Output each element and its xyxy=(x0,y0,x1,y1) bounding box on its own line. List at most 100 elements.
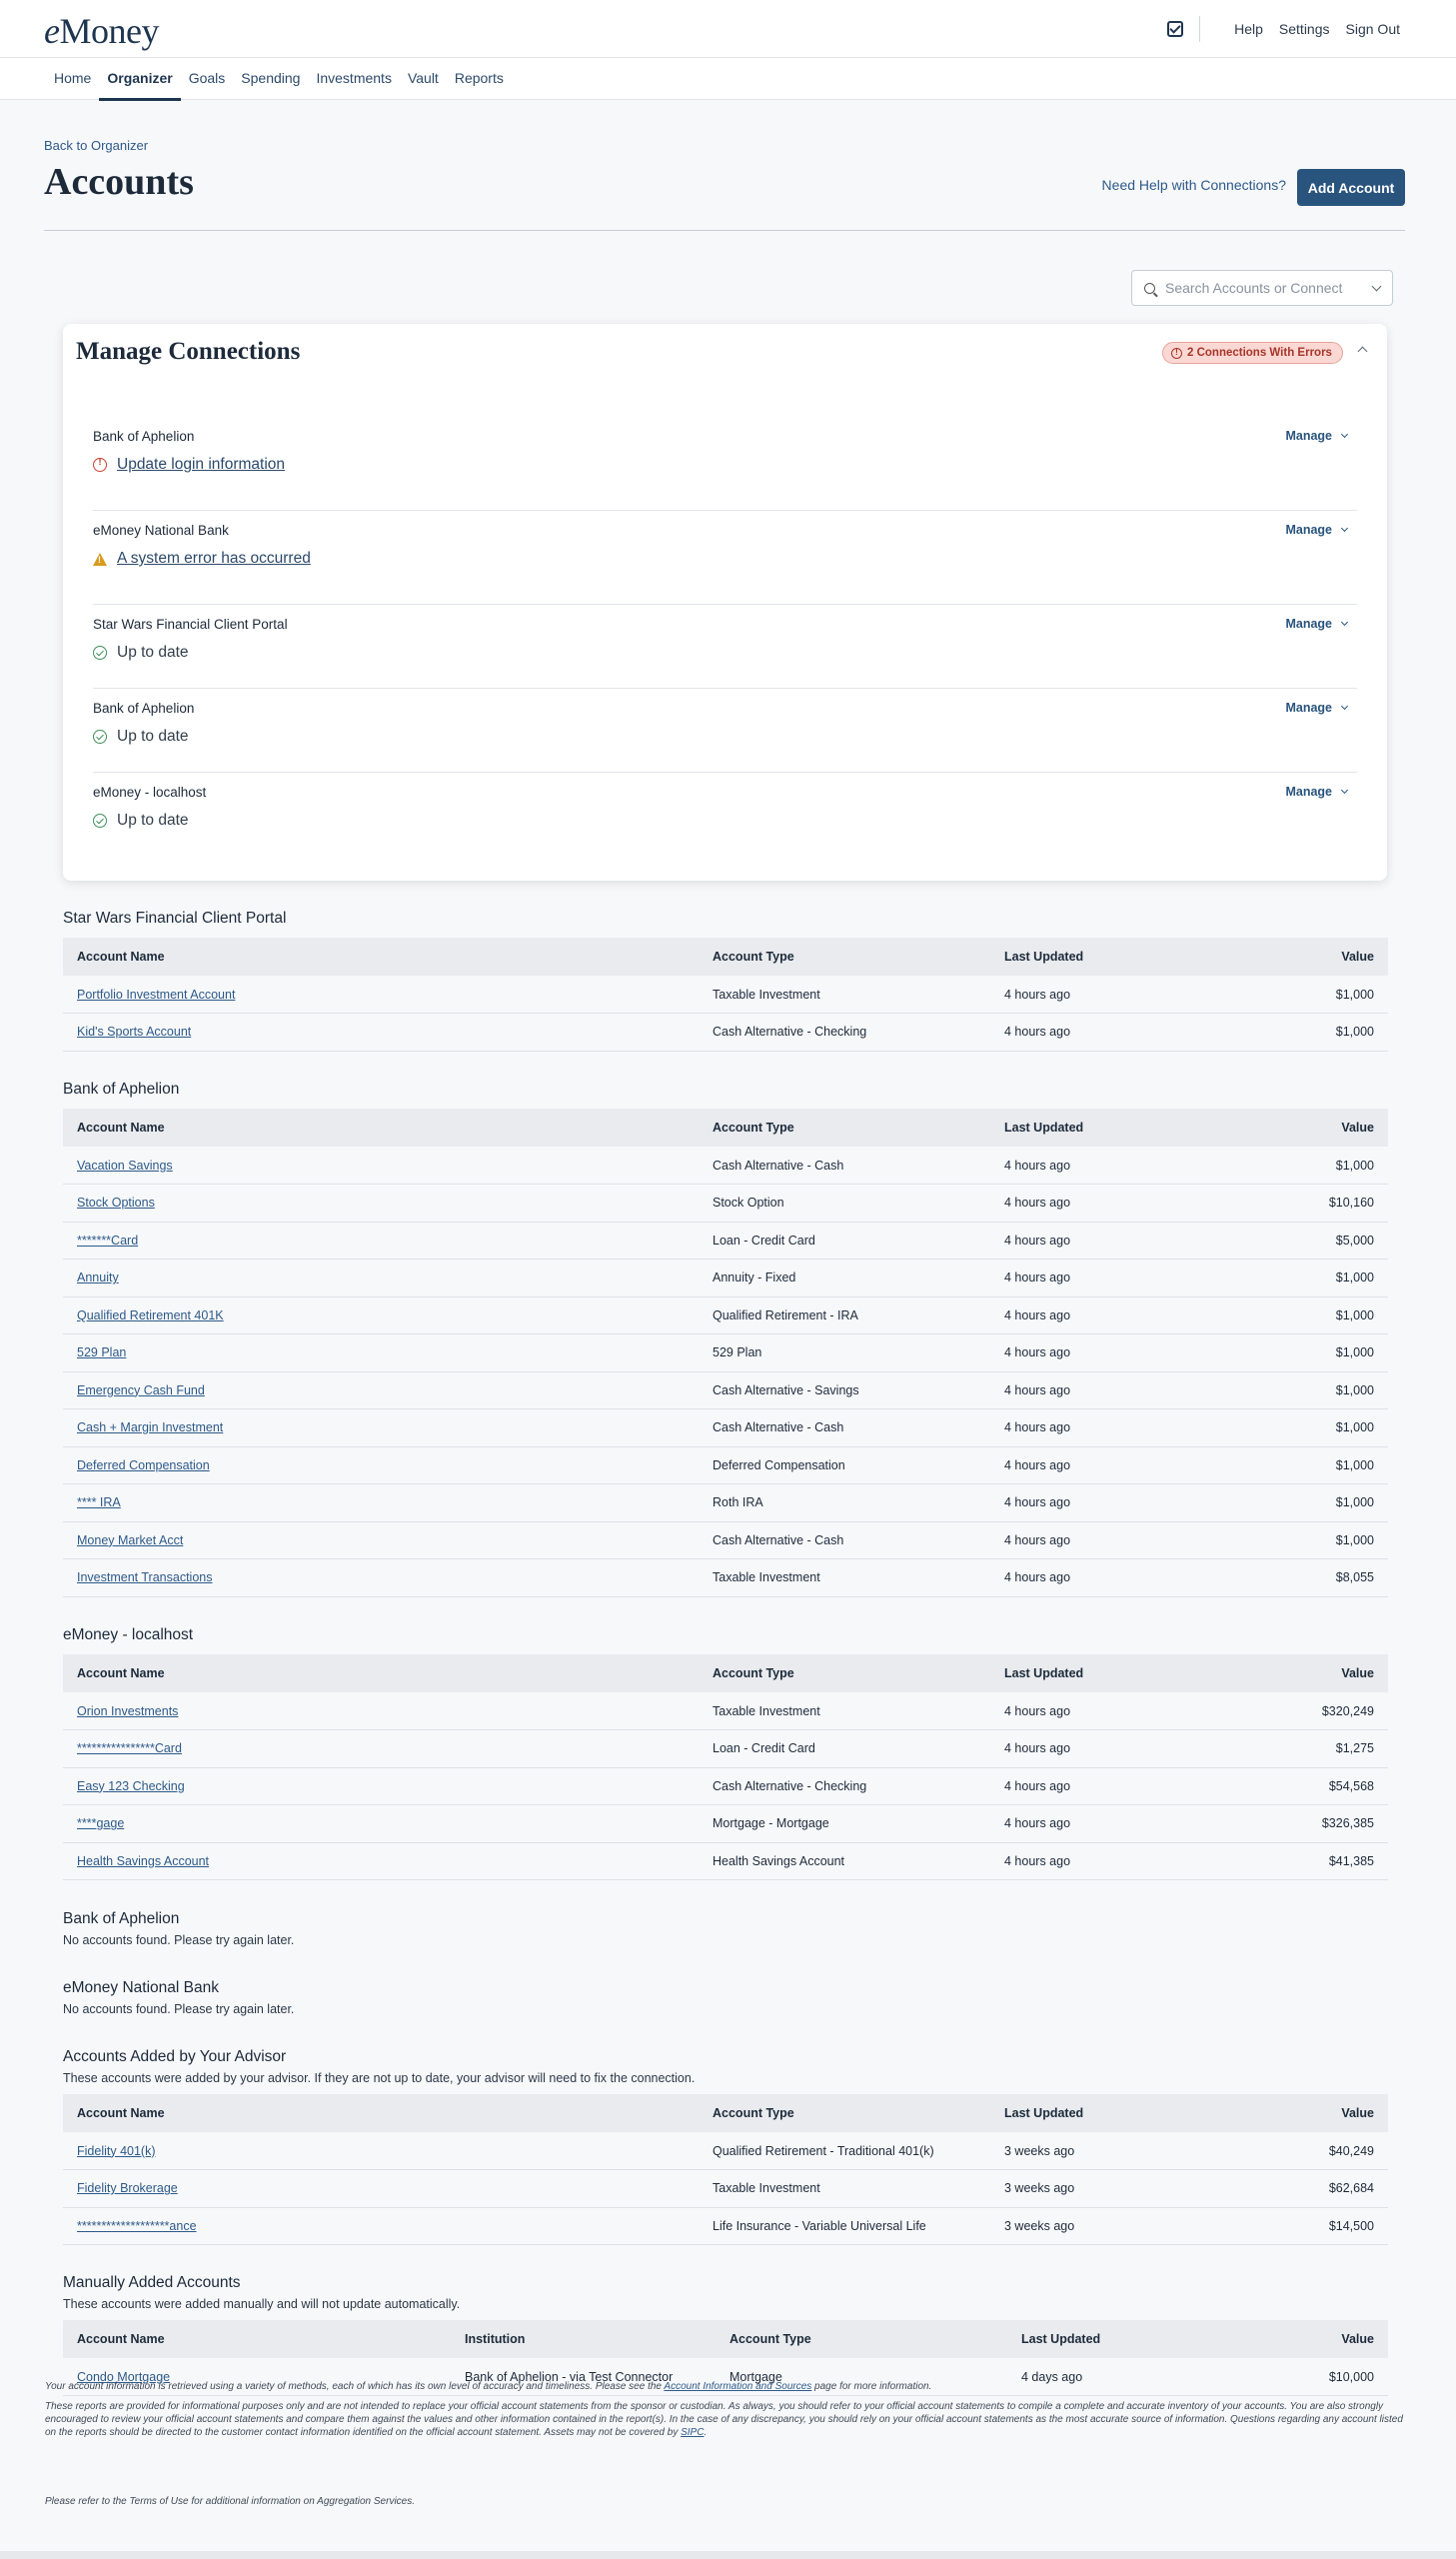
settings-link[interactable]: Settings xyxy=(1279,21,1330,37)
account-link[interactable]: Easy 123 Checking xyxy=(77,1779,185,1793)
footer-line2-text: These reports are provided for informati… xyxy=(45,2401,1403,2438)
account-name-cell: Fidelity 401(k) xyxy=(63,2132,699,2170)
column-header-institution: Institution xyxy=(451,2320,716,2358)
table-row: *******Card Loan - Credit Card 4 hours ago… xyxy=(63,1222,1388,1260)
type-cell: Cash Alternative - Cash xyxy=(699,1408,990,1447)
updated-cell: 3 weeks ago xyxy=(990,2169,1190,2208)
column-header-updated: Last Updated xyxy=(990,1109,1190,1147)
account-link[interactable]: Deferred Compensation xyxy=(77,1458,210,1472)
manage-label: Manage xyxy=(1285,523,1332,537)
table-header-row: Account Name Account Type Last Updated Valu… xyxy=(63,1109,1388,1147)
emoney-logo[interactable]: eMoney xyxy=(44,10,159,52)
table-row: Health Savings Account Health Savings Acc… xyxy=(63,1842,1388,1880)
account-link[interactable]: Health Savings Account xyxy=(77,1854,209,1868)
account-link[interactable]: Portfolio Investment Account xyxy=(77,988,235,1002)
updated-cell: 4 hours ago xyxy=(990,1259,1190,1297)
account-name-cell: Investment Transactions xyxy=(63,1558,699,1597)
table-row: Investment Transactions Taxable Investmen… xyxy=(63,1558,1388,1597)
account-name-cell: ****gage xyxy=(63,1804,699,1843)
connection-errors-text: 2 Connections With Errors xyxy=(1187,347,1332,359)
table-header-row: Account Name Account Type Last Updated Valu… xyxy=(63,1654,1388,1692)
header-divider xyxy=(1199,16,1201,42)
main-nav: Home Organizer Goals Spending Investments Vau… xyxy=(0,58,1456,101)
account-search[interactable] xyxy=(1131,270,1393,306)
account-name-cell: 529 Plan xyxy=(63,1333,699,1372)
search-icon xyxy=(1144,282,1155,294)
account-link[interactable]: Orion Investments xyxy=(77,1704,178,1718)
updated-cell: 4 hours ago xyxy=(990,1446,1190,1484)
nav-item-spending[interactable]: Spending xyxy=(233,58,308,100)
footer-terms-note: Please refer to the Terms of Use for add… xyxy=(45,2496,416,2507)
updated-cell: 4 hours ago xyxy=(990,1222,1190,1260)
header-rule xyxy=(44,230,1405,231)
account-link[interactable]: Stock Options xyxy=(77,1196,155,1210)
account-link[interactable]: Emergency Cash Fund xyxy=(77,1383,205,1397)
section-title: eMoney National Bank xyxy=(63,1979,219,1996)
updated-cell: 4 hours ago xyxy=(990,1013,1190,1052)
type-cell: Life Insurance - Variable Universal Life xyxy=(699,2207,990,2245)
table-row: Orion Investments Taxable Investment 4 hou… xyxy=(63,1692,1388,1730)
account-link[interactable]: Money Market Acct xyxy=(77,1533,183,1547)
section-title: Star Wars Financial Client Portal xyxy=(63,910,287,927)
nav-item-reports[interactable]: Reports xyxy=(447,58,512,100)
type-cell: Annuity - Fixed xyxy=(699,1259,990,1297)
account-link[interactable]: Investment Transactions xyxy=(77,1570,212,1584)
check-circle-icon xyxy=(93,646,107,660)
manage-connection-button[interactable]: Manage xyxy=(1285,523,1349,537)
account-link[interactable]: **** IRA xyxy=(77,1495,121,1509)
help-link[interactable]: Help xyxy=(1234,21,1263,37)
account-link[interactable]: Annuity xyxy=(77,1271,119,1284)
nav-item-investments[interactable]: Investments xyxy=(308,58,399,100)
account-link[interactable]: ****************Card xyxy=(77,1741,182,1755)
account-link[interactable]: Fidelity Brokerage xyxy=(77,2181,178,2195)
manage-connection-button[interactable]: Manage xyxy=(1285,785,1349,799)
account-sources-link[interactable]: Account Information and Sources xyxy=(664,2381,811,2392)
account-link[interactable]: Kid's Sports Account xyxy=(77,1025,191,1039)
table-row: Money Market Acct Cash Alternative - Cash… xyxy=(63,1521,1388,1559)
account-link[interactable]: Fidelity 401(k) xyxy=(77,2144,156,2158)
connection-fix-link[interactable]: Update login information xyxy=(117,456,285,474)
accounts-table: Account Name Account Type Last Updated Valu… xyxy=(63,2094,1388,2245)
updated-cell: 4 hours ago xyxy=(990,1184,1190,1223)
nav-item-organizer[interactable]: Organizer xyxy=(99,58,182,101)
sipc-link[interactable]: SIPC xyxy=(681,2427,704,2438)
type-cell: Taxable Investment xyxy=(699,2169,990,2208)
connection-divider xyxy=(93,510,1357,511)
manage-connection-button[interactable]: Manage xyxy=(1285,701,1349,715)
connection-fix-link[interactable]: A system error has occurred xyxy=(117,550,311,568)
value-cell: $1,000 xyxy=(1190,1371,1388,1409)
chevron-up-icon[interactable] xyxy=(1357,346,1368,357)
manage-connection-button[interactable]: Manage xyxy=(1285,617,1349,631)
account-link[interactable]: Qualified Retirement 401K xyxy=(77,1308,224,1322)
manage-connection-button[interactable]: Manage xyxy=(1285,429,1349,443)
add-account-button[interactable]: Add Account xyxy=(1297,169,1405,206)
search-input[interactable] xyxy=(1165,280,1365,296)
sign-out-link[interactable]: Sign Out xyxy=(1346,21,1400,37)
account-name-cell: Deferred Compensation xyxy=(63,1446,699,1484)
nav-item-goals[interactable]: Goals xyxy=(181,58,234,100)
account-link[interactable]: 529 Plan xyxy=(77,1345,126,1359)
manage-label: Manage xyxy=(1285,785,1332,799)
account-link[interactable]: ****gage xyxy=(77,1816,124,1830)
type-cell: Taxable Investment xyxy=(699,976,990,1014)
connection-row: Bank of Aphelion Manage Up to date xyxy=(93,701,1357,751)
account-link[interactable]: *******Card xyxy=(77,1234,138,1248)
footer-line2-end: . xyxy=(704,2427,708,2438)
account-link[interactable]: Vacation Savings xyxy=(77,1159,173,1173)
column-header-type: Account Type xyxy=(699,1109,990,1147)
connections-help-link[interactable]: Need Help with Connections? xyxy=(1102,177,1286,193)
value-cell: $1,000 xyxy=(1190,1259,1388,1297)
chevron-down-icon[interactable] xyxy=(1371,281,1382,291)
type-cell: Cash Alternative - Savings xyxy=(699,1371,990,1409)
nav-item-vault[interactable]: Vault xyxy=(400,58,447,100)
column-header-value: Value xyxy=(1190,1109,1388,1147)
accounts-table: Account Name Account Type Last Updated Valu… xyxy=(63,1654,1388,1880)
account-link[interactable]: Cash + Margin Investment xyxy=(77,1420,223,1434)
account-link[interactable]: *******************ance xyxy=(77,2219,197,2233)
connection-status: Up to date xyxy=(93,728,189,746)
tasks-check-icon[interactable] xyxy=(1167,21,1184,37)
back-to-organizer-link[interactable]: Back to Organizer xyxy=(44,138,148,153)
updated-cell: 3 weeks ago xyxy=(990,2207,1190,2245)
nav-item-home[interactable]: Home xyxy=(46,58,99,100)
column-header-name: Account Name xyxy=(63,938,699,976)
